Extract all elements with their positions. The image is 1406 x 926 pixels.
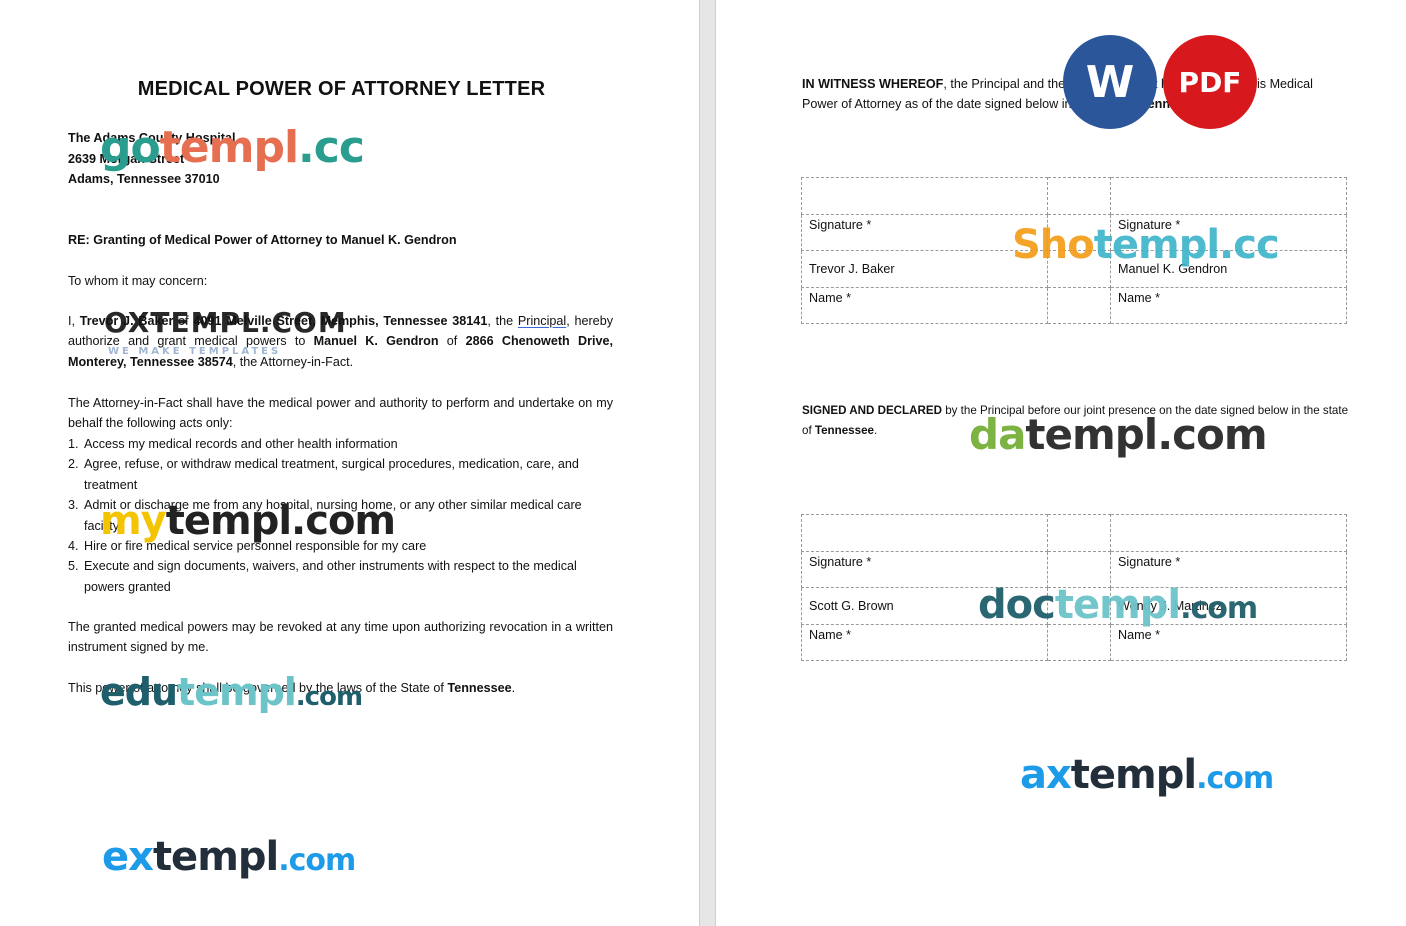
state-name: Tennessee (447, 681, 512, 695)
principal-name-cell: Trevor J. Baker (801, 250, 1048, 288)
table-row: Trevor J. Baker Manuel K. Gendron (801, 250, 1347, 288)
table-spacer (1047, 250, 1111, 288)
table-row: Name * Name * (801, 286, 1347, 324)
table-spacer (1047, 177, 1111, 215)
list-number: 3. (68, 498, 79, 513)
salutation: To whom it may concern: (68, 274, 208, 288)
name-label: Name * (1110, 286, 1347, 324)
list-item: 5. Execute and sign documents, waivers, a… (68, 556, 613, 597)
name-label: Name * (801, 286, 1048, 324)
name-label: Name * (1110, 623, 1347, 661)
list-item: 1. Access my medical records and other he… (68, 434, 613, 454)
powers-paragraph: The Attorney-in-Fact shall have the medi… (68, 396, 613, 431)
table-spacer (1047, 550, 1111, 588)
watermark-part: templ (152, 834, 279, 880)
watermark-part: .cc (298, 122, 365, 173)
text-run: . (511, 681, 516, 695)
page-title: MEDICAL POWER OF ATTORNEY LETTER (137, 78, 546, 100)
text-run: of (438, 334, 466, 349)
text-run: I, (68, 314, 80, 328)
list-item: 4. Hire or fire medical service personnel… (68, 536, 613, 556)
declared-paragraph: SIGNED AND DECLARED by the Principal bef… (802, 401, 1352, 440)
signature-field[interactable] (801, 177, 1048, 215)
governing-law-paragraph: This power of attorney shall be governed… (68, 678, 613, 698)
agent-name: Manuel K. Gendron (313, 334, 439, 349)
signature-label: Signature * (1110, 213, 1347, 251)
signature-field[interactable] (1110, 514, 1347, 552)
watermark-extempl: extempl.com (102, 834, 356, 880)
witness-lead: IN WITNESS WHEREOF (802, 77, 944, 91)
list-text: Execute and sign documents, waivers, and… (84, 559, 577, 594)
text-run: This power of attorney shall be governed… (68, 681, 448, 695)
principal-address: 4091 Melville Street, Memphis, Tennessee… (193, 314, 488, 328)
signature-label: Signature * (801, 550, 1048, 588)
list-text: Hire or fire medical service personnel r… (84, 539, 427, 554)
agent-name-cell: Manuel K. Gendron (1110, 250, 1347, 288)
table-row: Signature * Signature * (801, 213, 1347, 251)
list-number: 4. (68, 539, 79, 554)
watermark-part: templ (1070, 752, 1197, 798)
document-page-2: IN WITNESS WHEREOF, the Principal and th… (716, 0, 1406, 926)
text-run: of (173, 314, 194, 328)
signature-label: Signature * (801, 213, 1048, 251)
list-item: 2. Agree, refuse, or withdraw medical tre… (68, 454, 613, 495)
watermark-part: ax (1020, 752, 1072, 798)
table-row (801, 177, 1347, 215)
table-row: Signature * Signature * (801, 550, 1347, 588)
signature-field[interactable] (1110, 177, 1347, 215)
watermark-part: .com (1196, 761, 1274, 796)
signature-field[interactable] (801, 514, 1048, 552)
table-spacer (1047, 514, 1111, 552)
table-spacer (1047, 623, 1111, 661)
recipient-address: The Adams County Hospital 2639 Morgan St… (68, 128, 235, 190)
grant-paragraph: I, Trevor J. Baker of 4091 Melville Stre… (68, 311, 613, 372)
text-run: . (873, 423, 878, 437)
list-item: 3. Admit or discharge me from any hospita… (68, 495, 613, 536)
list-text: Access my medical records and other heal… (84, 437, 398, 451)
list-number: 1. (68, 437, 79, 451)
table-spacer (1047, 286, 1111, 324)
text-run: , the Attorney-in-Fact. (232, 354, 354, 369)
address-line: The Adams County Hospital (68, 131, 236, 145)
document-page-1: MEDICAL POWER OF ATTORNEY LETTER The Ada… (0, 0, 699, 926)
acts-list: 1. Access my medical records and other he… (68, 434, 613, 597)
table-row (801, 514, 1347, 552)
state-name: Tennessee (814, 423, 874, 437)
principal-name: Trevor J. Baker (79, 314, 174, 328)
table-spacer (1047, 213, 1111, 251)
witness-name-cell: Wendy J. Martinez (1110, 587, 1347, 625)
text-run: , the (487, 314, 518, 328)
principal-term: Principal (517, 314, 567, 328)
watermark-part: ex (102, 834, 154, 880)
word-format-icon[interactable]: W (1063, 35, 1157, 129)
pdf-format-icon[interactable]: PDF (1163, 35, 1257, 129)
watermark-part: .com (278, 843, 356, 878)
signature-table-witnesses: Signature * Signature * Scott G. Brown W… (801, 514, 1347, 661)
table-row: Scott G. Brown Wendy J. Martinez (801, 587, 1347, 625)
list-number: 5. (68, 559, 79, 574)
address-line: Adams, Tennessee 37010 (68, 172, 220, 187)
list-number: 2. (68, 457, 79, 472)
table-row: Name * Name * (801, 623, 1347, 661)
list-text: Admit or discharge me from any hospital,… (84, 498, 582, 533)
word-badge-label: W (1085, 56, 1135, 108)
declared-lead: SIGNED AND DECLARED (802, 404, 942, 417)
watermark-axtempl: axtempl.com (1020, 752, 1274, 798)
signature-label: Signature * (1110, 550, 1347, 588)
signature-table-parties: Signature * Signature * Trevor J. Baker … (801, 177, 1347, 324)
revocation-paragraph: The granted medical powers may be revoke… (68, 620, 613, 655)
subject-line: RE: Granting of Medical Power of Attorne… (68, 233, 457, 247)
address-line: 2639 Morgan Street (68, 151, 185, 166)
table-spacer (1047, 587, 1111, 625)
pdf-badge-label: PDF (1178, 65, 1242, 99)
name-label: Name * (801, 623, 1048, 661)
page-gutter (699, 0, 716, 926)
list-text: Agree, refuse, or withdraw medical treat… (84, 457, 579, 492)
witness-name-cell: Scott G. Brown (801, 587, 1048, 625)
